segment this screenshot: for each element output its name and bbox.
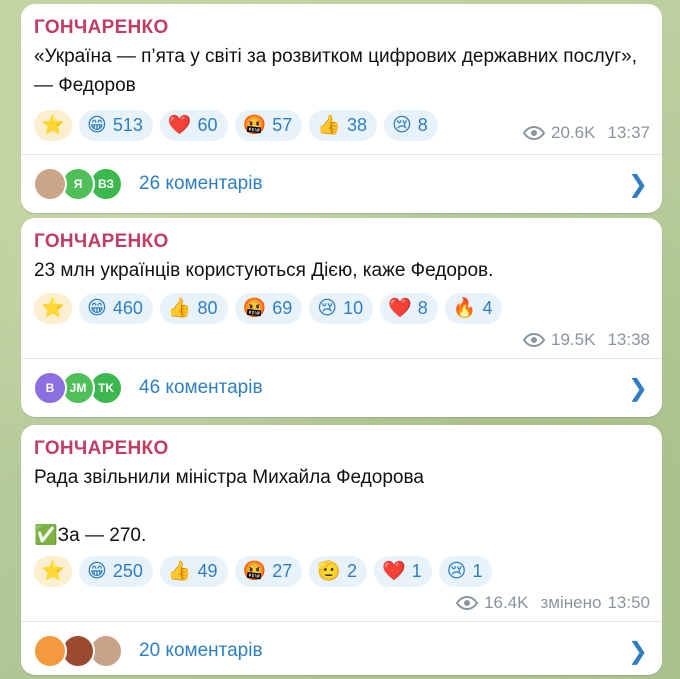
cursing-emoji-icon: 🤬 bbox=[242, 114, 267, 136]
reaction-count: 8 bbox=[417, 115, 428, 135]
reaction-count: 460 bbox=[112, 298, 143, 318]
star-icon: ⭐ bbox=[41, 114, 65, 136]
post-meta: 19.5K 13:38 bbox=[523, 330, 650, 350]
reaction-grin[interactable]: 😁 460 bbox=[79, 293, 153, 324]
post-author[interactable]: ГОНЧАРЕНКО bbox=[34, 437, 650, 461]
chevron-right-icon: ❯ bbox=[627, 637, 648, 665]
thumbs-up-emoji-icon: 👍 bbox=[167, 560, 192, 582]
post-author[interactable]: ГОНЧАРЕНКО bbox=[34, 230, 650, 254]
crying-emoji-icon: 😢 bbox=[391, 114, 412, 136]
comments-link[interactable]: 20 коментарів ❯ bbox=[21, 621, 662, 679]
reaction-cursing[interactable]: 🤬 69 bbox=[234, 293, 303, 324]
reaction-heart[interactable]: ❤️ 8 bbox=[380, 293, 438, 324]
view-count: 19.5K bbox=[551, 330, 596, 349]
grin-emoji-icon: 😁 bbox=[87, 560, 107, 582]
channel-post: ГОНЧАРЕНКО «Україна — п’ята у світі за р… bbox=[21, 4, 662, 213]
post-body: ГОНЧАРЕНКО Рада звільнили міністра Михай… bbox=[21, 425, 662, 617]
avatar: В bbox=[33, 371, 67, 405]
reaction-cursing[interactable]: 🤬 27 bbox=[234, 556, 303, 587]
comments-link[interactable]: В JM TK 46 коментарів ❯ bbox=[21, 358, 662, 417]
reaction-count: 4 bbox=[482, 298, 493, 318]
eye-icon bbox=[523, 126, 546, 140]
post-text: «Україна — п’ята у світі за розвитком ци… bbox=[34, 46, 638, 96]
reaction-cursing[interactable]: 🤬 57 bbox=[234, 110, 303, 141]
commenter-avatars bbox=[33, 634, 129, 668]
commenter-avatars: В JM TK bbox=[33, 371, 129, 405]
edited-label: змінено bbox=[540, 593, 602, 612]
salute-emoji-icon: 🫡 bbox=[317, 560, 341, 582]
post-meta: 16.4K змінено 13:50 bbox=[456, 593, 650, 613]
reaction-count: 69 bbox=[272, 298, 293, 318]
crying-emoji-icon: 😢 bbox=[317, 297, 338, 319]
reaction-count: 60 bbox=[197, 115, 218, 135]
channel-post: ГОНЧАРЕНКО 23 млн українців користуються… bbox=[21, 218, 662, 417]
reaction-count: 2 bbox=[346, 561, 357, 581]
reaction-heart[interactable]: ❤️ 60 bbox=[159, 110, 228, 141]
reaction-count: 1 bbox=[411, 561, 422, 581]
chevron-right-icon: ❯ bbox=[627, 374, 648, 402]
post-time: 13:50 bbox=[607, 593, 650, 612]
thumbs-up-emoji-icon: 👍 bbox=[317, 114, 341, 136]
heart-emoji-icon: ❤️ bbox=[381, 560, 406, 582]
reaction-thumbs-up[interactable]: 👍 38 bbox=[309, 110, 377, 141]
reaction-star[interactable]: ⭐ bbox=[34, 556, 72, 587]
post-time: 13:38 bbox=[607, 330, 650, 349]
reaction-star[interactable]: ⭐ bbox=[34, 110, 72, 141]
thumbs-up-emoji-icon: 👍 bbox=[167, 297, 192, 319]
post-meta: 20.6K 13:37 bbox=[523, 123, 650, 143]
reactions-bar: ⭐ 😁 460 👍 80 🤬 69 😢 10 ❤️ 8 🔥 4 bbox=[34, 293, 650, 324]
post-author[interactable]: ГОНЧАРЕНКО bbox=[34, 16, 650, 40]
chevron-right-icon: ❯ bbox=[627, 170, 648, 198]
avatar bbox=[33, 634, 67, 668]
avatar bbox=[33, 167, 67, 201]
commenter-avatars: Я ВЗ bbox=[33, 167, 129, 201]
heart-emoji-icon: ❤️ bbox=[388, 297, 412, 319]
reaction-heart[interactable]: ❤️ 1 bbox=[373, 556, 432, 587]
reaction-count: 80 bbox=[197, 298, 218, 318]
comments-count-label: 46 коментарів bbox=[139, 377, 263, 398]
view-count: 20.6K bbox=[551, 123, 596, 142]
post-text: 23 млн українців користуються Дією, каже… bbox=[34, 260, 494, 281]
grin-emoji-icon: 😁 bbox=[87, 114, 107, 136]
reaction-grin[interactable]: 😁 513 bbox=[79, 110, 153, 141]
crying-emoji-icon: 😢 bbox=[446, 560, 467, 582]
post-text: Рада звільнили міністра Михайла Федорова… bbox=[34, 467, 424, 546]
reaction-thumbs-up[interactable]: 👍 80 bbox=[159, 293, 228, 324]
comments-count-label: 26 коментарів bbox=[139, 173, 263, 194]
view-count: 16.4K bbox=[484, 593, 529, 612]
reactions-bar: ⭐ 😁 250 👍 49 🤬 27 🫡 2 ❤️ 1 😢 1 bbox=[34, 556, 650, 587]
star-icon: ⭐ bbox=[41, 560, 65, 582]
reaction-fire[interactable]: 🔥 4 bbox=[444, 293, 503, 324]
reaction-grin[interactable]: 😁 250 bbox=[79, 556, 153, 587]
post-body: ГОНЧАРЕНКО 23 млн українців користуються… bbox=[21, 218, 662, 354]
cursing-emoji-icon: 🤬 bbox=[242, 560, 267, 582]
cursing-emoji-icon: 🤬 bbox=[242, 297, 267, 319]
eye-icon bbox=[523, 333, 546, 347]
reaction-count: 57 bbox=[272, 115, 293, 135]
reaction-count: 38 bbox=[346, 115, 367, 135]
reaction-count: 8 bbox=[417, 298, 428, 318]
grin-emoji-icon: 😁 bbox=[87, 297, 107, 319]
channel-post: ГОНЧАРЕНКО Рада звільнили міністра Михай… bbox=[21, 425, 662, 675]
reaction-crying[interactable]: 😢 8 bbox=[383, 110, 438, 141]
heart-emoji-icon: ❤️ bbox=[167, 114, 192, 136]
comments-link[interactable]: Я ВЗ 26 коментарів ❯ bbox=[21, 154, 662, 213]
reaction-star[interactable]: ⭐ bbox=[34, 293, 72, 324]
reaction-count: 513 bbox=[112, 115, 143, 135]
reaction-count: 10 bbox=[343, 298, 364, 318]
comments-count-label: 20 коментарів bbox=[139, 640, 263, 661]
star-icon: ⭐ bbox=[41, 297, 65, 319]
reaction-salute[interactable]: 🫡 2 bbox=[309, 556, 367, 587]
reaction-count: 250 bbox=[112, 561, 143, 581]
post-time: 13:37 bbox=[607, 123, 650, 142]
reaction-thumbs-up[interactable]: 👍 49 bbox=[159, 556, 228, 587]
fire-emoji-icon: 🔥 bbox=[452, 297, 477, 319]
eye-icon bbox=[456, 596, 479, 610]
reaction-count: 1 bbox=[472, 561, 483, 581]
reaction-crying[interactable]: 😢 1 bbox=[438, 556, 493, 587]
post-body: ГОНЧАРЕНКО «Україна — п’ята у світі за р… bbox=[21, 4, 662, 143]
reaction-crying[interactable]: 😢 10 bbox=[309, 293, 374, 324]
reaction-count: 27 bbox=[272, 561, 293, 581]
reaction-count: 49 bbox=[197, 561, 218, 581]
